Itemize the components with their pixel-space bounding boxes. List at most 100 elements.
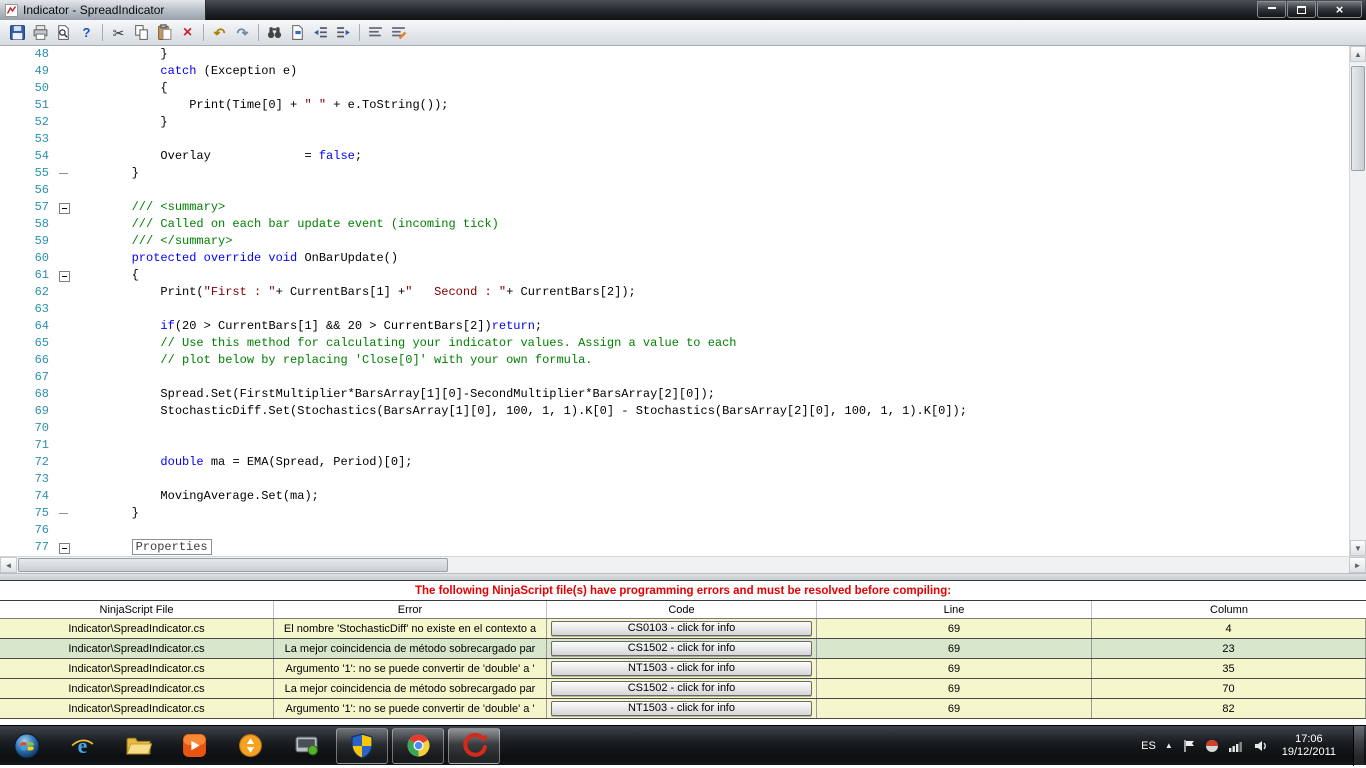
media-player-icon[interactable] — [166, 726, 222, 766]
fold-marker[interactable] — [56, 318, 74, 335]
fold-marker[interactable] — [56, 165, 74, 182]
show-hidden-icons-arrow[interactable]: ▲ — [1165, 741, 1173, 750]
utility-app-icon[interactable] — [278, 726, 334, 766]
redo-icon[interactable]: ↷ — [231, 22, 254, 43]
uncomment-icon[interactable] — [387, 22, 410, 43]
vertical-scrollbar-thumb[interactable] — [1351, 66, 1365, 171]
scroll-up-arrow[interactable]: ▲ — [1350, 46, 1366, 62]
fold-marker[interactable] — [56, 386, 74, 403]
code-line: 50 { — [0, 80, 1349, 97]
line-number: 63 — [34, 302, 49, 316]
fold-marker[interactable] — [56, 335, 74, 352]
fold-marker[interactable] — [56, 437, 74, 454]
fold-marker[interactable] — [56, 488, 74, 505]
internet-explorer-icon[interactable]: e — [54, 726, 110, 766]
fold-marker[interactable] — [56, 284, 74, 301]
ninjatrader-shield-icon[interactable] — [334, 726, 390, 766]
help-icon[interactable]: ? — [75, 22, 98, 43]
fold-marker[interactable] — [56, 114, 74, 131]
line-number: 69 — [34, 404, 49, 418]
fold-marker[interactable] — [56, 267, 74, 284]
outdent-icon[interactable] — [309, 22, 332, 43]
error-row[interactable]: Indicator\SpreadIndicator.cs La mejor co… — [0, 639, 1366, 659]
error-line-cell: 69 — [817, 679, 1092, 698]
cut-icon[interactable]: ✂ — [107, 22, 130, 43]
line-number: 76 — [34, 523, 49, 537]
find-icon[interactable] — [263, 22, 286, 43]
goto-icon[interactable] — [286, 22, 309, 43]
fold-marker[interactable] — [56, 80, 74, 97]
fold-marker[interactable] — [56, 505, 74, 522]
code-area[interactable]: 48 } 49 catch (Exception e) 50 { 51 Prin… — [0, 46, 1349, 556]
delete-icon[interactable]: × — [176, 22, 199, 43]
maximize-button[interactable] — [1287, 1, 1316, 18]
error-row[interactable]: Indicator\SpreadIndicator.cs Argumento '… — [0, 659, 1366, 679]
fold-marker[interactable] — [56, 216, 74, 233]
fold-marker[interactable] — [56, 522, 74, 539]
scroll-right-arrow[interactable]: ► — [1349, 557, 1366, 573]
fold-marker[interactable] — [56, 199, 74, 216]
fold-marker[interactable] — [56, 46, 74, 63]
error-code-button[interactable]: CS1502 - click for info — [551, 641, 812, 656]
error-code-button[interactable]: CS1502 - click for info — [551, 681, 812, 696]
fold-marker[interactable] — [56, 539, 74, 556]
network-icon[interactable] — [1228, 739, 1244, 753]
paste-icon[interactable] — [153, 22, 176, 43]
fold-marker[interactable] — [56, 471, 74, 488]
horizontal-scrollbar[interactable]: ◄ ► — [0, 556, 1366, 573]
code-editor[interactable]: 48 } 49 catch (Exception e) 50 { 51 Prin… — [0, 46, 1366, 556]
error-code-cell: NT1503 - click for info — [547, 699, 817, 718]
print-icon[interactable] — [29, 22, 52, 43]
fold-marker[interactable] — [56, 148, 74, 165]
fold-marker[interactable] — [56, 182, 74, 199]
error-file-cell: Indicator\SpreadIndicator.cs — [0, 699, 274, 718]
error-code-button[interactable]: NT1503 - click for info — [551, 661, 812, 676]
windows-orb-icon — [14, 732, 40, 759]
fold-marker[interactable] — [56, 369, 74, 386]
error-row[interactable]: Indicator\SpreadIndicator.cs La mejor co… — [0, 679, 1366, 699]
volume-icon[interactable] — [1253, 739, 1269, 753]
fold-marker[interactable] — [56, 131, 74, 148]
action-center-flag-icon[interactable] — [1182, 739, 1196, 753]
column-header-error: Error — [274, 601, 547, 618]
fold-marker[interactable] — [56, 301, 74, 318]
copy-icon[interactable] — [130, 22, 153, 43]
ninjatrader-icon[interactable] — [446, 726, 502, 766]
line-number: 60 — [34, 251, 49, 265]
vertical-scrollbar[interactable]: ▲ ▼ — [1349, 46, 1366, 556]
fold-marker[interactable] — [56, 454, 74, 471]
indent-icon[interactable] — [332, 22, 355, 43]
language-indicator[interactable]: ES — [1141, 740, 1156, 752]
error-row[interactable]: Indicator\SpreadIndicator.cs El nombre '… — [0, 619, 1366, 639]
fold-marker[interactable] — [56, 352, 74, 369]
scroll-left-arrow[interactable]: ◄ — [0, 557, 17, 573]
fold-marker[interactable] — [56, 63, 74, 80]
download-manager-icon[interactable] — [222, 726, 278, 766]
error-code-button[interactable]: NT1503 - click for info — [551, 701, 812, 716]
panel-splitter[interactable] — [0, 573, 1366, 580]
taskbar-clock[interactable]: 17:06 19/12/2011 — [1278, 733, 1340, 759]
close-button[interactable]: × — [1317, 1, 1362, 18]
error-code-button[interactable]: CS0103 - click for info — [551, 621, 812, 636]
minimize-button[interactable] — [1257, 1, 1286, 18]
tray-app-icon[interactable] — [1205, 739, 1219, 753]
editor-toolbar: ? ✂ × ↶ ↷ — [0, 20, 1366, 46]
save-icon[interactable] — [6, 22, 29, 43]
horizontal-scrollbar-thumb[interactable] — [18, 558, 448, 572]
fold-marker[interactable] — [56, 250, 74, 267]
scroll-down-arrow[interactable]: ▼ — [1350, 540, 1366, 556]
print-preview-icon[interactable] — [52, 22, 75, 43]
show-desktop-button[interactable] — [1353, 725, 1364, 766]
undo-icon[interactable]: ↶ — [208, 22, 231, 43]
fold-marker[interactable] — [56, 420, 74, 437]
fold-marker[interactable] — [56, 233, 74, 250]
comment-icon[interactable] — [364, 22, 387, 43]
error-file-cell: Indicator\SpreadIndicator.cs — [0, 619, 274, 638]
fold-marker[interactable] — [56, 97, 74, 114]
error-row[interactable]: Indicator\SpreadIndicator.cs Argumento '… — [0, 699, 1366, 719]
chrome-icon[interactable] — [390, 726, 446, 766]
windows-explorer-icon[interactable] — [110, 726, 166, 766]
fold-marker[interactable] — [56, 403, 74, 420]
start-button[interactable] — [0, 726, 54, 766]
line-number: 75 — [34, 506, 49, 520]
